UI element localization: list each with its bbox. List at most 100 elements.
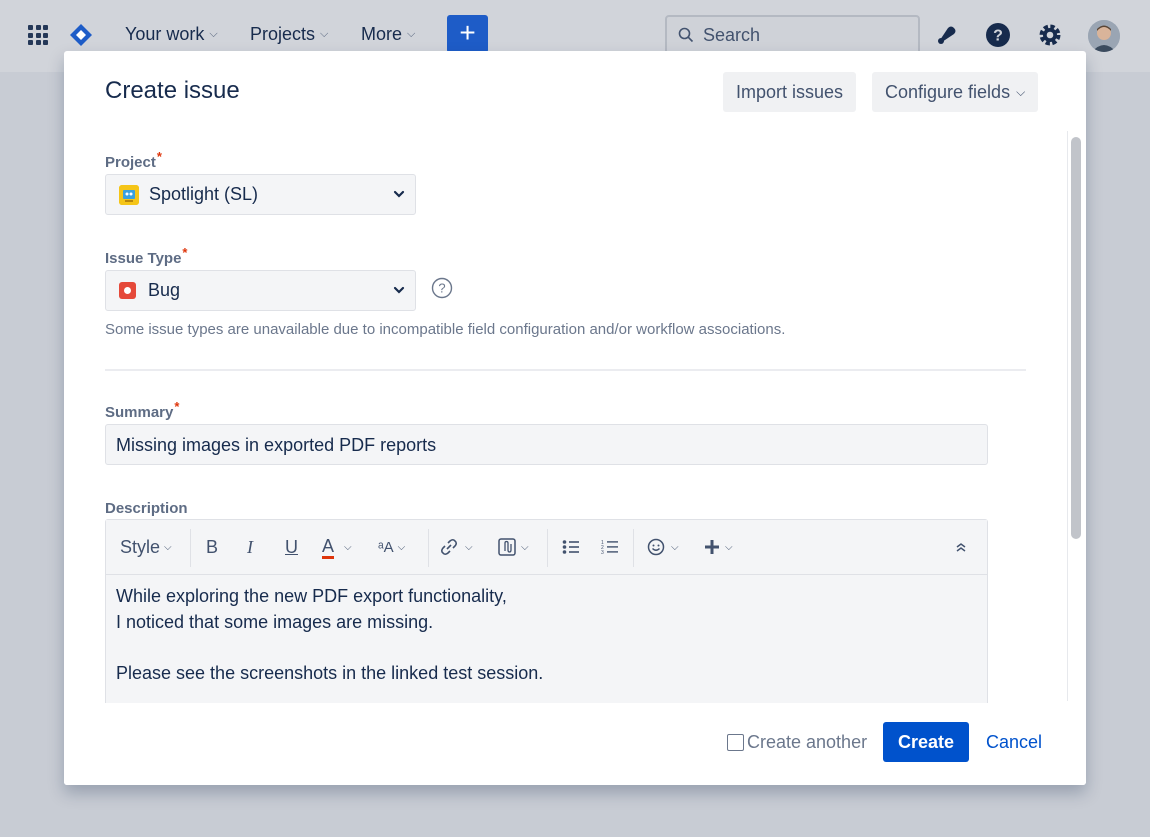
cancel-button[interactable]: Cancel bbox=[986, 732, 1042, 753]
toolbar-separator bbox=[428, 529, 429, 567]
search-icon bbox=[678, 27, 694, 43]
italic-button[interactable]: I bbox=[247, 534, 253, 560]
project-value: Spotlight (SL) bbox=[149, 184, 259, 204]
create-another-label: Create another bbox=[747, 732, 868, 752]
issue-type-label-text: Issue Type bbox=[105, 250, 182, 267]
svg-text:3: 3 bbox=[601, 550, 604, 555]
import-issues-label: Import issues bbox=[736, 81, 844, 102]
chevron-down-icon: ⌵ bbox=[320, 28, 329, 40]
configure-fields-label: Configure fields bbox=[885, 81, 1011, 102]
summary-label: Summary* bbox=[105, 399, 179, 421]
description-text[interactable]: While exploring the new PDF export funct… bbox=[116, 584, 543, 686]
nav-projects[interactable]: Projects ⌵ bbox=[250, 24, 328, 45]
bold-icon: B bbox=[206, 536, 219, 557]
link-icon bbox=[440, 538, 458, 556]
chevron-down-icon: ⌵ bbox=[725, 541, 733, 553]
divider bbox=[105, 369, 1026, 371]
chevron-down-icon: ⌵ bbox=[521, 541, 529, 553]
apps-grid-icon[interactable] bbox=[28, 25, 48, 45]
chevron-down-icon: ⌵ bbox=[1016, 84, 1026, 99]
link-button[interactable]: ⌵ bbox=[439, 534, 473, 560]
required-marker: * bbox=[174, 399, 180, 414]
insert-more-button[interactable]: ⌵ bbox=[704, 534, 733, 560]
emoji-icon bbox=[647, 538, 665, 556]
chevron-down-icon: ⌵ bbox=[671, 541, 679, 553]
svg-text:?: ? bbox=[438, 281, 445, 296]
project-label-text: Project bbox=[105, 154, 156, 171]
toolbar-separator bbox=[190, 529, 191, 567]
svg-text:?: ? bbox=[993, 28, 1003, 45]
required-marker: * bbox=[182, 245, 188, 260]
nav-more-label: More bbox=[361, 24, 403, 44]
create-issue-dialog: Create issue Import issues Configure fie… bbox=[64, 51, 1086, 785]
chevron-down-icon: ⌵ bbox=[465, 541, 473, 553]
dialog-footer: Create another Create Cancel bbox=[64, 703, 1086, 785]
numbered-list-icon: 1 2 3 bbox=[601, 540, 618, 555]
description-label-text: Description bbox=[105, 500, 188, 517]
chevron-down-icon: ⌵ bbox=[407, 28, 416, 40]
import-issues-button[interactable]: Import issues bbox=[723, 72, 857, 112]
settings-icon[interactable] bbox=[1037, 22, 1063, 48]
issue-type-value: Bug bbox=[148, 280, 181, 300]
collapse-toolbar-button[interactable] bbox=[954, 534, 968, 560]
issue-type-select[interactable]: Bug bbox=[105, 270, 416, 311]
attachment-button[interactable]: ⌵ bbox=[497, 534, 529, 560]
plus-icon: + bbox=[459, 17, 476, 48]
project-select[interactable]: Spotlight (SL) bbox=[105, 174, 416, 215]
scrollbar-thumb[interactable] bbox=[1071, 137, 1081, 539]
chevron-down-icon bbox=[393, 190, 405, 198]
toolbar-separator bbox=[547, 529, 548, 567]
checkbox-icon[interactable] bbox=[727, 734, 744, 751]
question-circle-icon[interactable]: ? bbox=[431, 277, 453, 299]
chevron-down-icon bbox=[393, 286, 405, 294]
dialog-title: Create issue bbox=[105, 77, 240, 104]
create-another-checkbox[interactable]: Create another bbox=[727, 732, 867, 753]
toolbar-separator bbox=[633, 529, 634, 567]
emoji-button[interactable]: ⌵ bbox=[647, 534, 679, 560]
more-formatting-button[interactable]: ᵃA ⌵ bbox=[378, 534, 405, 560]
help-icon[interactable]: ? bbox=[985, 22, 1011, 48]
description-line bbox=[116, 635, 543, 661]
summary-input[interactable]: Missing images in exported PDF reports bbox=[105, 424, 988, 465]
chevron-down-icon: ⌵ bbox=[164, 541, 172, 553]
nav-your-work[interactable]: Your work ⌵ bbox=[125, 24, 218, 45]
description-label: Description bbox=[105, 500, 188, 517]
notifications-icon[interactable] bbox=[934, 22, 960, 48]
avatar[interactable] bbox=[1088, 20, 1120, 52]
cancel-label: Cancel bbox=[986, 732, 1043, 752]
avatar-image bbox=[1088, 20, 1120, 52]
bullet-list-icon bbox=[562, 540, 579, 554]
text-color-icon: A bbox=[322, 536, 335, 559]
bold-button[interactable]: B bbox=[206, 534, 218, 560]
underline-icon: U bbox=[285, 536, 298, 557]
issue-type-hint: Some issue types are unavailable due to … bbox=[105, 321, 786, 338]
search-input[interactable]: Search bbox=[665, 15, 920, 55]
project-label: Project* bbox=[105, 149, 162, 171]
create-button[interactable]: Create bbox=[883, 722, 969, 762]
chevron-down-icon: ⌵ bbox=[397, 541, 406, 553]
more-formatting-icon: ᵃA bbox=[378, 538, 394, 556]
style-dropdown[interactable]: Style ⌵ bbox=[120, 534, 172, 560]
nav-projects-label: Projects bbox=[250, 24, 316, 44]
underline-button[interactable]: U bbox=[285, 534, 298, 560]
required-marker: * bbox=[156, 149, 162, 164]
description-line: While exploring the new PDF export funct… bbox=[116, 586, 507, 606]
attachment-icon bbox=[498, 538, 516, 556]
description-line: I noticed that some images are missing. bbox=[116, 611, 434, 632]
chevron-down-icon: ⌵ bbox=[344, 541, 352, 553]
text-color-button[interactable]: A ⌵ bbox=[322, 534, 352, 560]
italic-icon: I bbox=[247, 536, 253, 557]
chevron-down-icon: ⌵ bbox=[209, 28, 218, 40]
description-line: Please see the screenshots in the linked… bbox=[116, 662, 544, 683]
numbered-list-button[interactable]: 1 2 3 bbox=[601, 534, 619, 560]
configure-fields-button[interactable]: Configure fields ⌵ bbox=[872, 72, 1039, 112]
jira-logo-icon[interactable] bbox=[70, 24, 92, 46]
editor-toolbar: Style ⌵ B I U A ⌵ ᵃA ⌵ ⌵ ⌵ 1 2 3 ⌵ ⌵ bbox=[106, 520, 987, 575]
project-avatar-icon bbox=[119, 184, 139, 205]
bug-icon bbox=[119, 282, 136, 299]
style-label: Style bbox=[120, 536, 161, 557]
bullet-list-button[interactable] bbox=[562, 534, 580, 560]
nav-more[interactable]: More ⌵ bbox=[361, 24, 415, 45]
create-plus-button[interactable]: + bbox=[447, 15, 488, 53]
plus-icon bbox=[705, 540, 719, 554]
